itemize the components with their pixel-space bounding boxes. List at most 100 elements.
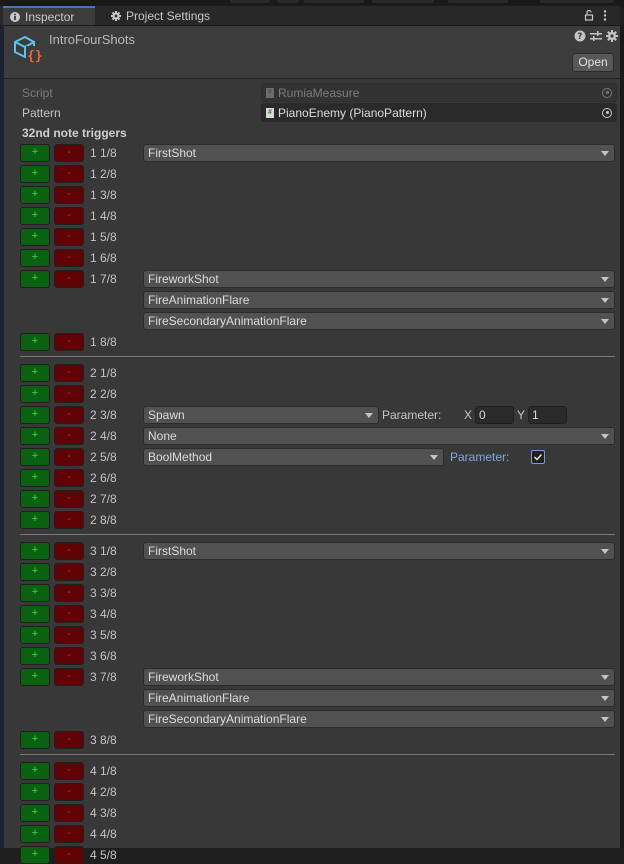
parameter-checkbox[interactable] [531, 450, 545, 464]
remove-trigger-button[interactable]: - [54, 165, 84, 183]
remove-trigger-button[interactable]: - [54, 783, 84, 801]
beat-label: 4 4/8 [90, 827, 117, 841]
scrollbar-track[interactable] [620, 25, 624, 848]
kebab-menu-icon[interactable] [603, 10, 607, 21]
info-icon [10, 11, 20, 22]
x-field[interactable]: 0 [475, 406, 514, 424]
method-dropdown[interactable]: Spawn [143, 406, 379, 424]
pattern-field[interactable]: # PianoEnemy (PianoPattern) [261, 103, 617, 122]
add-trigger-button[interactable]: + [20, 469, 50, 487]
add-trigger-button[interactable]: + [20, 626, 50, 644]
remove-trigger-button[interactable]: - [54, 511, 84, 529]
method-name: FireworkShot [148, 272, 219, 286]
script-value: RumiaMeasure [278, 85, 360, 100]
inspector-header: {} IntroFourShots ? Open [4, 26, 620, 79]
add-trigger-button[interactable]: + [20, 333, 50, 351]
add-trigger-button[interactable]: + [20, 647, 50, 665]
add-trigger-button[interactable]: + [20, 228, 50, 246]
add-trigger-button[interactable]: + [20, 783, 50, 801]
add-trigger-button[interactable]: + [20, 511, 50, 529]
chevron-down-icon [430, 455, 438, 460]
chevron-down-icon [601, 277, 609, 282]
remove-trigger-button[interactable]: - [54, 249, 84, 267]
method-dropdown[interactable]: FireSecondaryAnimationFlare [143, 312, 615, 330]
remove-trigger-button[interactable]: - [54, 207, 84, 225]
preset-icon[interactable] [590, 30, 602, 42]
x-label: X [464, 408, 473, 422]
y-field[interactable]: 1 [528, 406, 567, 424]
remove-trigger-button[interactable]: - [54, 647, 84, 665]
remove-trigger-button[interactable]: - [54, 364, 84, 382]
settings-icon[interactable] [606, 30, 618, 42]
add-trigger-button[interactable]: + [20, 605, 50, 623]
add-trigger-button[interactable]: + [20, 385, 50, 403]
remove-trigger-button[interactable]: - [54, 626, 84, 644]
beat-label: 3 3/8 [90, 586, 117, 600]
add-trigger-button[interactable]: + [20, 165, 50, 183]
add-trigger-button[interactable]: + [20, 448, 50, 466]
add-trigger-button[interactable]: + [20, 490, 50, 508]
tab-inspector[interactable]: Inspector [3, 6, 95, 25]
remove-trigger-button[interactable]: - [54, 448, 84, 466]
add-trigger-button[interactable]: + [20, 731, 50, 749]
add-trigger-button[interactable]: + [20, 542, 50, 560]
remove-trigger-button[interactable]: - [54, 731, 84, 749]
remove-trigger-button[interactable]: - [54, 228, 84, 246]
lock-icon[interactable] [584, 10, 594, 21]
method-dropdown[interactable]: FireAnimationFlare [143, 689, 615, 707]
method-dropdown[interactable]: FireAnimationFlare [143, 291, 615, 309]
remove-trigger-button[interactable]: - [54, 605, 84, 623]
remove-trigger-button[interactable]: - [54, 668, 84, 686]
add-trigger-button[interactable]: + [20, 427, 50, 445]
method-dropdown[interactable]: FirstShot [143, 144, 615, 162]
tab-project-settings[interactable]: Project Settings [104, 6, 244, 25]
method-name: FireSecondaryAnimationFlare [148, 712, 307, 726]
add-trigger-button[interactable]: + [20, 846, 50, 864]
method-dropdown[interactable]: BoolMethod [143, 448, 444, 466]
chevron-down-icon [365, 413, 373, 418]
remove-trigger-button[interactable]: - [54, 427, 84, 445]
add-trigger-button[interactable]: + [20, 584, 50, 602]
add-trigger-button[interactable]: + [20, 249, 50, 267]
remove-trigger-button[interactable]: - [54, 825, 84, 843]
method-dropdown[interactable]: FirstShot [143, 542, 615, 560]
add-trigger-button[interactable]: + [20, 364, 50, 382]
add-trigger-button[interactable]: + [20, 762, 50, 780]
add-trigger-button[interactable]: + [20, 144, 50, 162]
help-icon[interactable]: ? [574, 30, 586, 42]
add-trigger-button[interactable]: + [20, 270, 50, 288]
remove-trigger-button[interactable]: - [54, 469, 84, 487]
method-dropdown[interactable]: FireworkShot [143, 270, 615, 288]
add-trigger-button[interactable]: + [20, 668, 50, 686]
remove-trigger-button[interactable]: - [54, 144, 84, 162]
remove-trigger-button[interactable]: - [54, 385, 84, 403]
remove-trigger-button[interactable]: - [54, 333, 84, 351]
remove-trigger-button[interactable]: - [54, 406, 84, 424]
remove-trigger-button[interactable]: - [54, 804, 84, 822]
chevron-down-icon [601, 434, 609, 439]
add-trigger-button[interactable]: + [20, 825, 50, 843]
method-dropdown[interactable]: None [143, 427, 615, 445]
beat-label: 3 5/8 [90, 628, 117, 642]
open-button[interactable]: Open [572, 53, 614, 72]
add-trigger-button[interactable]: + [20, 563, 50, 581]
remove-trigger-button[interactable]: - [54, 846, 84, 864]
add-trigger-button[interactable]: + [20, 804, 50, 822]
add-trigger-button[interactable]: + [20, 406, 50, 424]
remove-trigger-button[interactable]: - [54, 270, 84, 288]
remove-trigger-button[interactable]: - [54, 563, 84, 581]
add-trigger-button[interactable]: + [20, 207, 50, 225]
gear-icon [111, 10, 121, 21]
remove-trigger-button[interactable]: - [54, 490, 84, 508]
pattern-value: PianoEnemy (PianoPattern) [278, 105, 427, 120]
method-dropdown[interactable]: FireworkShot [143, 668, 615, 686]
object-picker-icon[interactable] [598, 104, 616, 121]
remove-trigger-button[interactable]: - [54, 762, 84, 780]
add-trigger-button[interactable]: + [20, 186, 50, 204]
remove-trigger-button[interactable]: - [54, 186, 84, 204]
chevron-down-icon [601, 549, 609, 554]
method-dropdown[interactable]: FireSecondaryAnimationFlare [143, 710, 615, 728]
csharp-script-icon: # [266, 87, 274, 98]
remove-trigger-button[interactable]: - [54, 584, 84, 602]
remove-trigger-button[interactable]: - [54, 542, 84, 560]
